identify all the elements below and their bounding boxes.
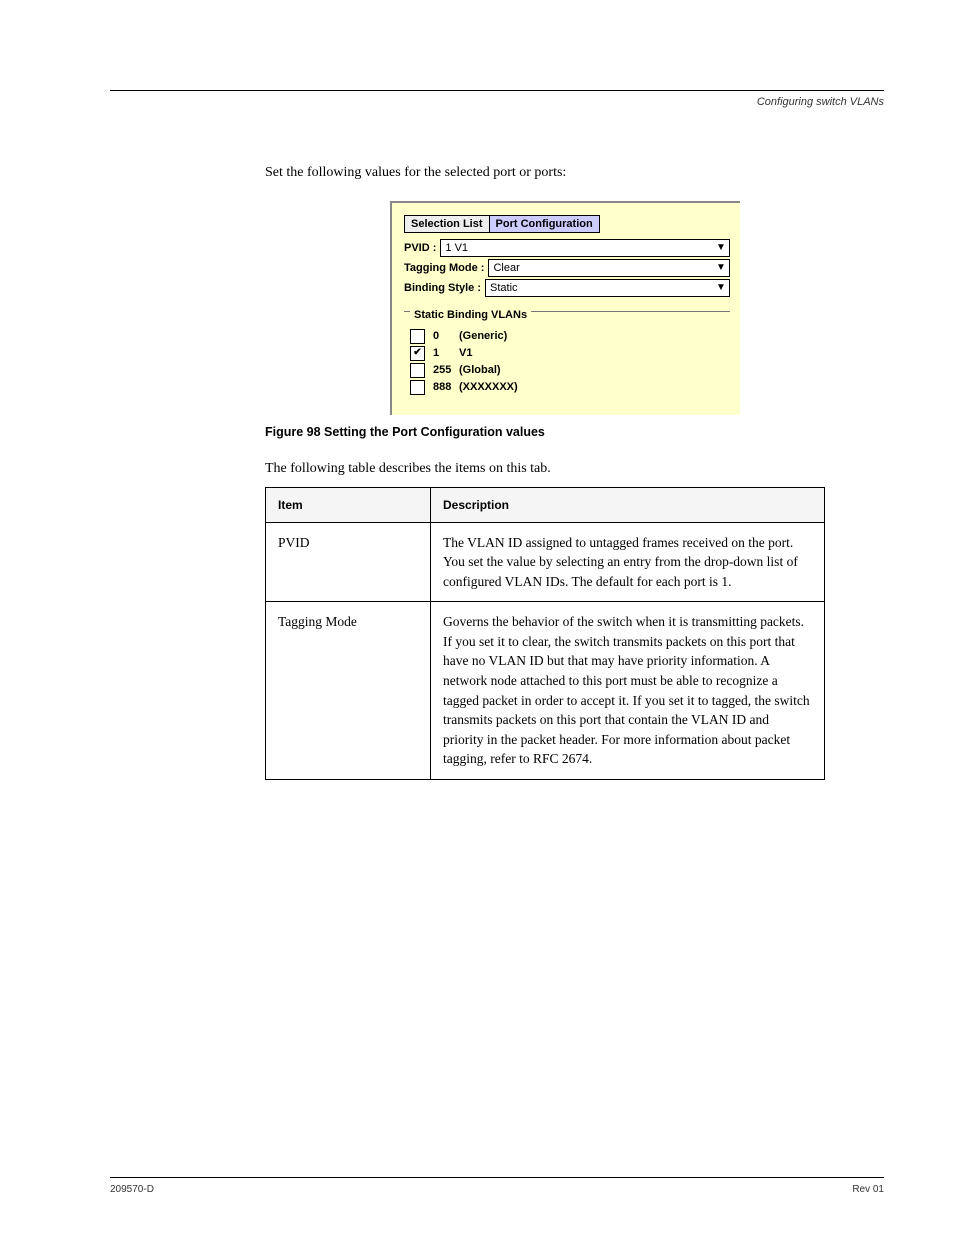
figure-caption: Figure 98 Setting the Port Configuration… bbox=[265, 425, 884, 439]
figure: Selection List Port Configuration PVID :… bbox=[390, 201, 884, 415]
pvid-select[interactable]: 1 V1 ▼ bbox=[440, 239, 730, 257]
page: Configuring switch VLANs Set the followi… bbox=[0, 0, 954, 1235]
tagging-mode-select[interactable]: Clear ▼ bbox=[488, 259, 730, 277]
cell-desc-0: The VLAN ID assigned to untagged frames … bbox=[431, 522, 825, 602]
tab-bar: Selection List Port Configuration bbox=[404, 215, 730, 233]
vlan-row-2: 255 (Global) bbox=[410, 363, 724, 378]
static-binding-title: Static Binding VLANs bbox=[410, 309, 531, 321]
binding-style-value: Static bbox=[490, 282, 518, 294]
vlan-name-3: (XXXXXXX) bbox=[459, 381, 518, 393]
intro-paragraph: Set the following values for the selecte… bbox=[265, 163, 825, 183]
port-config-panel: Selection List Port Configuration PVID :… bbox=[390, 201, 740, 415]
tab-selection-list[interactable]: Selection List bbox=[404, 215, 490, 233]
footer-left: 209570-D bbox=[110, 1184, 154, 1195]
vlan-name-0: (Generic) bbox=[459, 330, 507, 342]
vlan-row-0: 0 (Generic) bbox=[410, 329, 724, 344]
vlan-id-3: 888 bbox=[433, 381, 459, 393]
binding-style-label: Binding Style : bbox=[404, 282, 481, 294]
cell-item-1: Tagging Mode bbox=[266, 602, 431, 780]
table-header-row: Item Description bbox=[266, 487, 825, 522]
vlan-row-1: ✔ 1 V1 bbox=[410, 346, 724, 361]
tagging-mode-value: Clear bbox=[493, 262, 519, 274]
footer-rule bbox=[110, 1177, 884, 1178]
pvid-label: PVID : bbox=[404, 242, 436, 254]
static-binding-group: Static Binding VLANs 0 (Generic) ✔ 1 V1 … bbox=[404, 305, 730, 401]
vlan-id-1: 1 bbox=[433, 347, 459, 359]
col-description: Description bbox=[431, 487, 825, 522]
binding-style-row: Binding Style : Static ▼ bbox=[404, 279, 730, 297]
vlan-name-2: (Global) bbox=[459, 364, 501, 376]
header-right-text: Configuring switch VLANs bbox=[110, 96, 884, 108]
chevron-down-icon: ▼ bbox=[713, 280, 729, 296]
tab-port-configuration[interactable]: Port Configuration bbox=[490, 215, 600, 233]
binding-style-select[interactable]: Static ▼ bbox=[485, 279, 730, 297]
cell-item-0: PVID bbox=[266, 522, 431, 602]
table-intro: The following table describes the items … bbox=[265, 461, 884, 477]
vlan-checkbox-0[interactable] bbox=[410, 329, 425, 344]
vlan-name-1: V1 bbox=[459, 347, 472, 359]
footer-right: Rev 01 bbox=[852, 1184, 884, 1195]
vlan-row-3: 888 (XXXXXXX) bbox=[410, 380, 724, 395]
tagging-mode-label: Tagging Mode : bbox=[404, 262, 484, 274]
tagging-mode-row: Tagging Mode : Clear ▼ bbox=[404, 259, 730, 277]
table-row: PVID The VLAN ID assigned to untagged fr… bbox=[266, 522, 825, 602]
chevron-down-icon: ▼ bbox=[713, 260, 729, 276]
description-table: Item Description PVID The VLAN ID assign… bbox=[265, 487, 825, 780]
vlan-id-2: 255 bbox=[433, 364, 459, 376]
header-rule bbox=[110, 90, 884, 91]
pvid-value: 1 V1 bbox=[445, 242, 468, 254]
chevron-down-icon: ▼ bbox=[713, 240, 729, 256]
vlan-checkbox-2[interactable] bbox=[410, 363, 425, 378]
page-footer: 209570-D Rev 01 bbox=[110, 1177, 884, 1195]
page-header: Configuring switch VLANs bbox=[110, 90, 884, 108]
col-item: Item bbox=[266, 487, 431, 522]
cell-desc-1: Governs the behavior of the switch when … bbox=[431, 602, 825, 780]
vlan-checkbox-3[interactable] bbox=[410, 380, 425, 395]
pvid-row: PVID : 1 V1 ▼ bbox=[404, 239, 730, 257]
table-row: Tagging Mode Governs the behavior of the… bbox=[266, 602, 825, 780]
vlan-id-0: 0 bbox=[433, 330, 459, 342]
vlan-checkbox-1[interactable]: ✔ bbox=[410, 346, 425, 361]
